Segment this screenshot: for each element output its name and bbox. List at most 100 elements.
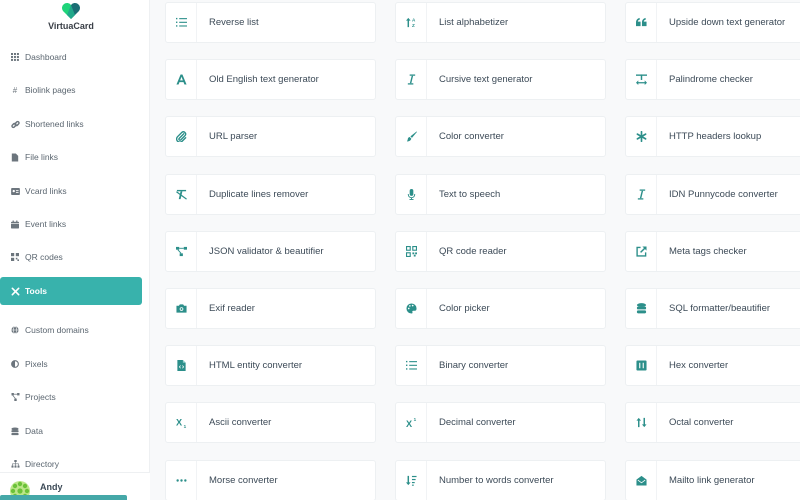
tool-card-http-headers-lookup[interactable]: HTTP headers lookup [625,116,800,158]
tool-card-cursive-text-generator[interactable]: Cursive text generator [395,59,606,101]
sidebar-item-label: Custom domains [25,325,89,335]
tool-card-morse-converter[interactable]: Morse converter [165,459,376,500]
tool-card-sql-formatter-beautifier[interactable]: SQL formatter/beautifier [625,288,800,329]
tool-card-color-converter[interactable]: Color converter [395,116,606,158]
sidebar-item-label: Shortened links [25,119,84,129]
sidebar-item-vcard-links[interactable]: Vcard links [0,177,142,205]
tool-card-label: URL parser [209,131,258,143]
subscript-icon: X1 [166,403,197,443]
tool-card-exif-reader[interactable]: Exif reader [165,288,376,329]
asterisk-icon [626,117,657,157]
tool-card-mailto-link-generator[interactable]: Mailto link generator [625,459,800,500]
tool-card-octal-converter[interactable]: Octal converter [625,402,800,444]
tool-card-palindrome-checker[interactable]: Palindrome checker [625,59,800,101]
tool-card-binary-converter[interactable]: Binary converter [395,345,606,387]
tool-card-label: Ascii converter [209,417,272,429]
tool-card-color-picker[interactable]: Color picker [395,288,606,329]
sidebar-item-dashboard[interactable]: Dashboard [0,43,142,71]
project-diagram-icon [166,231,197,271]
paint-brush-icon [396,117,427,157]
sidebar-item-shortened-links[interactable]: Shortened links [0,110,142,138]
globe-icon [10,325,20,335]
tool-card-url-parser[interactable]: URL parser [165,116,376,158]
svg-text:1: 1 [413,418,416,423]
sidebar-item-biolink-pages[interactable]: # Biolink pages [0,76,142,104]
tool-card-label: Duplicate lines remover [209,188,309,200]
italic-icon [396,60,427,100]
brand-name: VirtuaCard [48,21,94,31]
tool-card-duplicate-lines-remover[interactable]: Duplicate lines remover [165,173,376,215]
tool-card-list-alphabetizer[interactable]: A Z List alphabetizer [395,2,606,43]
tool-card-label: SQL formatter/beautifier [669,303,771,314]
tool-card-decimal-converter[interactable]: X 1 Decimal converter [395,402,606,444]
sidebar-item-label: QR codes [25,252,63,262]
tools-icon [10,286,20,296]
tool-card-label: HTTP headers lookup [669,131,762,143]
tool-card-number-to-words-converter[interactable]: Number to words converter [395,459,606,500]
database-icon [626,289,657,328]
sort-alpha-icon: AZ [396,3,427,42]
sidebar: VirtuaCard Dashboard # Biolink pages Sho… [0,0,150,500]
sidebar-item-label: Biolink pages [25,85,76,95]
sidebar-item-label: Vcard links [25,186,67,196]
sidebar-item-tools[interactable]: Tools [0,277,142,305]
svg-text:1: 1 [183,424,186,428]
project-diagram-icon [10,392,20,402]
user-name: Andy [40,482,63,492]
text-width-icon [626,60,657,100]
svg-text:Z: Z [411,23,414,28]
ellipsis-icon [166,460,197,500]
sort-arrows-icon [626,403,657,443]
tool-card-label: QR code reader [439,245,507,257]
tool-card-label: Exif reader [209,303,255,314]
external-link-icon [626,231,657,271]
tool-card-hex-converter[interactable]: Hex converter [625,345,800,387]
qrcode-icon [10,252,20,262]
sidebar-item-custom-domains[interactable]: Custom domains [0,316,142,344]
tool-card-label: IDN Punnycode converter [669,188,778,200]
tool-card-meta-tags-checker[interactable]: Meta tags checker [625,230,800,272]
tool-card-qr-code-reader[interactable]: QR code reader [395,230,606,272]
sidebar-item-event-links[interactable]: Event links [0,210,142,238]
tooltip-banner [0,495,127,500]
database-icon [10,426,20,436]
sidebar-item-qr-codes[interactable]: QR codes [0,243,142,271]
sidebar-item-data[interactable]: Data [0,417,142,445]
tool-card-html-entity-converter[interactable]: HTML entity converter [165,345,376,387]
paperclip-icon [166,117,197,157]
tool-card-label: Decimal converter [439,417,516,429]
tool-card-label: Number to words converter [439,474,554,486]
envelope-open-icon [626,460,657,500]
tool-card-text-to-speech[interactable]: Text to speech [395,173,606,215]
sidebar-item-pixels[interactable]: Pixels [0,350,142,378]
sidebar-item-projects[interactable]: Projects [0,383,142,411]
tool-card-label: Mailto link generator [669,474,755,486]
tool-card-ascii-converter[interactable]: X 1 Ascii converter [165,402,376,444]
brand-logo[interactable]: VirtuaCard [0,0,150,40]
file-icon [10,152,20,162]
tool-card-upside-down-text-generator[interactable]: Upside down text generator [625,2,800,43]
superscript-icon: X1 [396,403,427,443]
id-card-icon [10,186,20,196]
tool-card-old-english-text-generator[interactable]: Old English text generator [165,59,376,101]
tool-card-reverse-list[interactable]: Reverse list [165,2,376,43]
qrcode-icon [396,231,427,271]
tool-card-label: Upside down text generator [669,17,786,28]
sidebar-item-file-links[interactable]: File links [0,143,142,171]
hashtag-icon: # [12,85,18,95]
sitemap-icon [10,459,20,469]
tool-card-label: Morse converter [209,474,278,486]
hex-box-icon [626,346,657,386]
adjust-icon [10,359,20,369]
calendar-icon [10,219,20,229]
svg-text:X: X [406,419,413,428]
tool-card-idn-punnycode-converter[interactable]: IDN Punnycode converter [625,173,800,215]
sort-numeric-icon [396,460,427,500]
tool-card-label: Text to speech [439,188,501,200]
tool-card-json-validator-beautifier[interactable]: JSON validator & beautifier [165,230,376,272]
tool-card-label: Binary converter [439,360,509,372]
microphone-icon [396,174,427,214]
tool-card-label: HTML entity converter [209,360,303,372]
font-icon [166,60,197,100]
tool-card-label: Color picker [439,303,490,314]
